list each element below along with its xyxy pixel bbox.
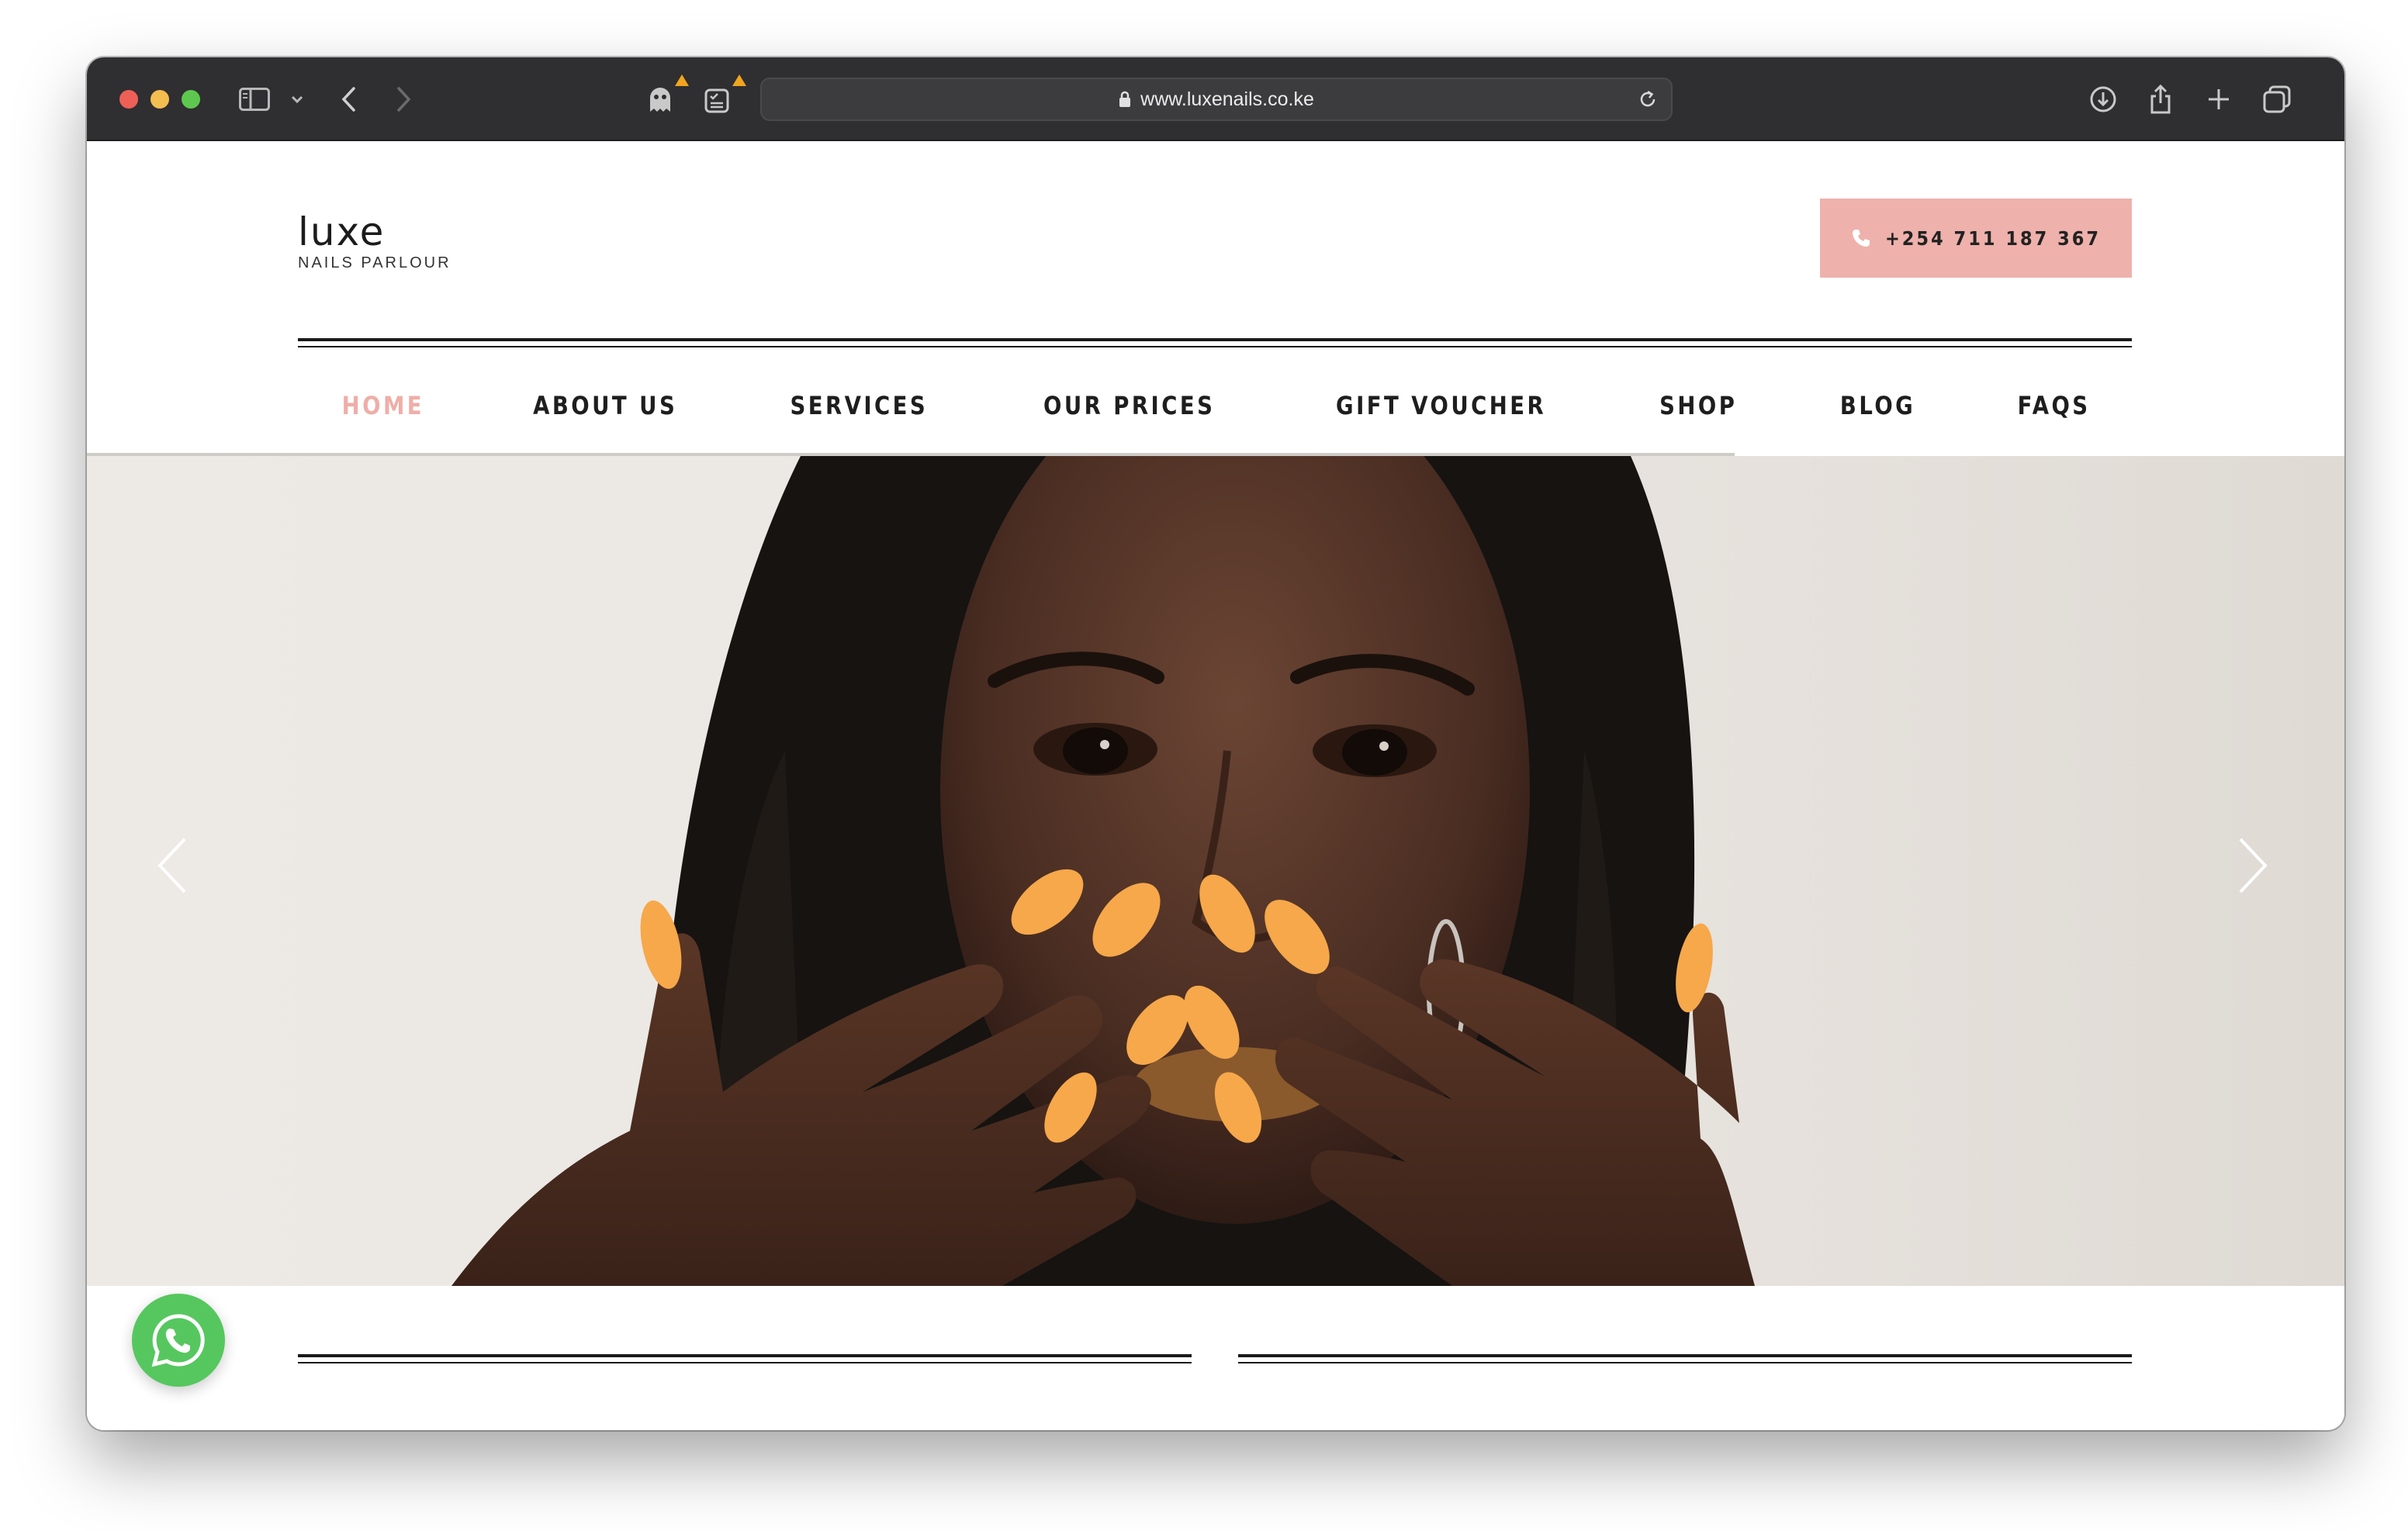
chevron-left-icon: [157, 838, 186, 893]
web-page: luxe NAILS PARLOUR +254 711 187 367 HOME…: [87, 143, 2344, 1430]
chevron-down-icon[interactable]: [290, 81, 304, 118]
phone-number: +254 711 187 367: [1884, 226, 2102, 250]
checklist-extension-icon[interactable]: [704, 81, 732, 118]
nav-item-shop[interactable]: SHOP: [1621, 375, 1776, 439]
url-text: www.luxenails.co.ke: [1140, 88, 1314, 110]
section-divider-right: [1238, 1354, 2132, 1363]
nav-item-about-us[interactable]: ABOUT US: [494, 375, 716, 439]
sidebar-icon[interactable]: [239, 81, 270, 118]
hero-slider: [87, 456, 2344, 1286]
nav-item-home[interactable]: HOME: [303, 375, 463, 439]
close-window-button[interactable]: [119, 90, 138, 109]
whatsapp-chat-button[interactable]: [132, 1294, 225, 1387]
slider-next-button[interactable]: [2236, 836, 2270, 899]
logo-tagline: NAILS PARLOUR: [298, 254, 452, 271]
zoom-window-button[interactable]: [182, 90, 200, 109]
nav-item-faqs[interactable]: FAQS: [1979, 375, 2129, 439]
reload-icon[interactable]: [1637, 88, 1659, 114]
download-icon[interactable]: [2088, 81, 2118, 118]
back-icon[interactable]: [340, 81, 358, 118]
minimize-window-button[interactable]: [150, 90, 169, 109]
nav-item-services[interactable]: SERVICES: [752, 375, 967, 439]
forward-icon[interactable]: [394, 81, 413, 118]
nav-item-our-prices[interactable]: OUR PRICES: [1005, 375, 1254, 439]
header-divider: [298, 338, 2132, 347]
section-divider-left: [298, 1354, 1192, 1363]
phone-icon: [1852, 230, 1870, 247]
browser-window: www.luxenails.co.ke luxe NAILS PARLOUR +…: [87, 57, 2344, 1430]
new-tab-icon[interactable]: [2206, 81, 2231, 118]
hero-image: [452, 456, 1755, 1286]
nav-item-gift-voucher[interactable]: GIFT VOUCHER: [1297, 375, 1585, 439]
whatsapp-icon: [151, 1314, 205, 1367]
logo-wordmark: luxe: [298, 209, 386, 254]
site-logo[interactable]: luxe NAILS PARLOUR: [298, 213, 452, 272]
share-icon[interactable]: [2147, 81, 2174, 118]
nav-item-blog[interactable]: BLOG: [1801, 375, 1954, 439]
browser-toolbar: www.luxenails.co.ke: [87, 57, 2344, 141]
warning-badge-icon: [675, 74, 689, 86]
ghost-extension-icon[interactable]: [647, 81, 673, 118]
warning-badge-icon: [732, 74, 746, 86]
slider-prev-button[interactable]: [155, 836, 189, 899]
main-navigation: HOME ABOUT US SERVICES OUR PRICES GIFT V…: [87, 375, 2344, 439]
tabs-overview-icon[interactable]: [2262, 81, 2292, 118]
chevron-right-icon: [2239, 838, 2268, 893]
address-bar[interactable]: www.luxenails.co.ke: [760, 78, 1673, 121]
lock-icon: [1119, 91, 1131, 108]
call-phone-button[interactable]: +254 711 187 367: [1820, 199, 2132, 278]
